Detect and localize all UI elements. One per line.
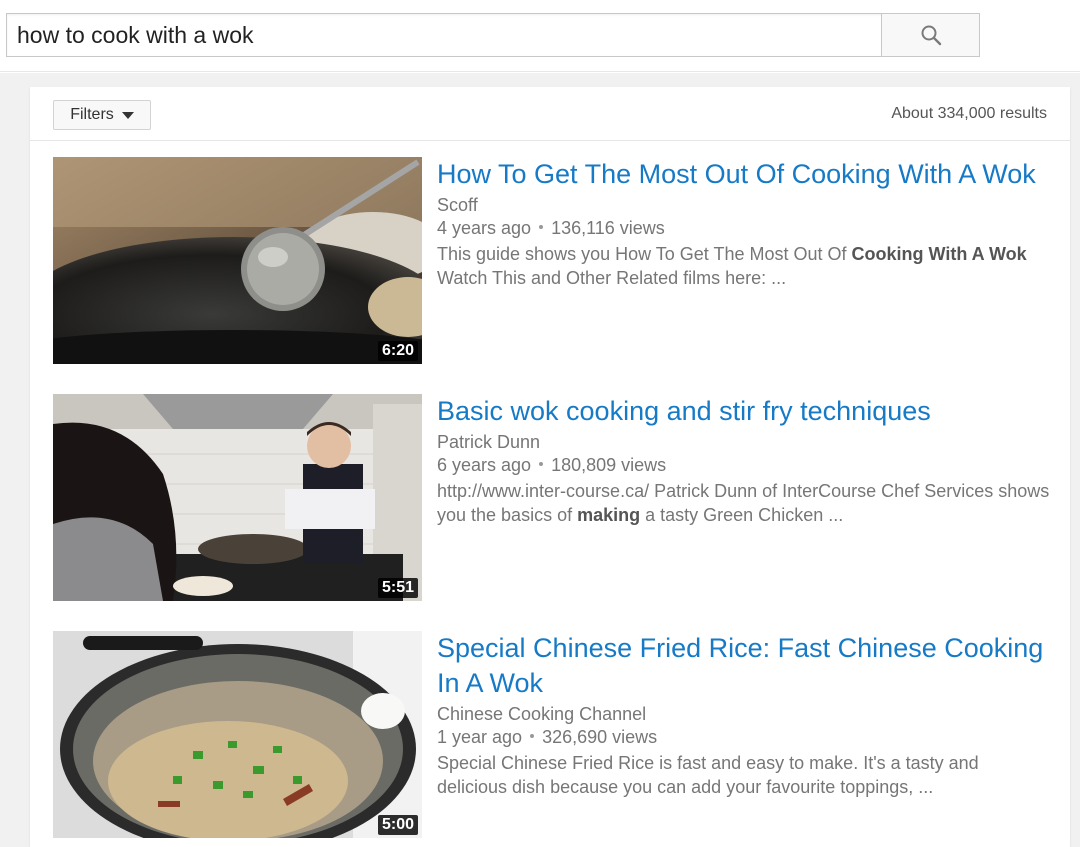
search-input[interactable] (7, 14, 882, 56)
caret-down-icon (121, 111, 134, 119)
description-text: Special Chinese Fried Rice is fast and e… (437, 753, 979, 797)
upload-age: 1 year ago (437, 727, 523, 747)
video-description: Special Chinese Fried Rice is fast and e… (437, 751, 1052, 799)
fried-rice-wok-image (53, 631, 422, 838)
results-area: Filters About 334,000 results 6:20 How T… (0, 73, 1080, 847)
video-duration: 6:20 (377, 341, 418, 361)
separator-dot-icon (530, 734, 535, 739)
results-panel: Filters About 334,000 results 6:20 How T… (30, 87, 1070, 847)
masthead (0, 0, 1080, 72)
video-info: Special Chinese Fried Rice: Fast Chinese… (437, 631, 1052, 799)
video-meta: 4 years ago 136,116 views (437, 217, 1052, 240)
separator-dot-icon (539, 225, 544, 230)
video-info: How To Get The Most Out Of Cooking With … (437, 157, 1052, 290)
video-meta: 1 year ago 326,690 views (437, 726, 1052, 749)
video-title-link[interactable]: Basic wok cooking and stir fry technique… (437, 394, 1052, 429)
filter-bar: Filters About 334,000 results (30, 87, 1070, 141)
channel-link[interactable]: Patrick Dunn (437, 430, 1052, 454)
search-field[interactable] (6, 13, 882, 57)
video-meta: 6 years ago 180,809 views (437, 454, 1052, 477)
video-thumbnail[interactable]: 5:51 (53, 394, 422, 601)
filters-button[interactable]: Filters (53, 100, 151, 130)
video-title-link[interactable]: Special Chinese Fried Rice: Fast Chinese… (437, 631, 1052, 701)
view-count: 180,809 views (551, 455, 667, 475)
video-info: Basic wok cooking and stir fry technique… (437, 394, 1052, 527)
video-duration: 5:00 (377, 815, 418, 835)
kitchen-chef-image (53, 394, 422, 601)
video-description: http://www.inter-course.ca/ Patrick Dunn… (437, 479, 1052, 527)
description-text: Watch This and Other Related films here:… (437, 268, 787, 288)
upload-age: 4 years ago (437, 218, 532, 238)
description-text: This guide shows you How To Get The Most… (437, 244, 852, 264)
search-button[interactable] (881, 13, 980, 57)
upload-age: 6 years ago (437, 455, 532, 475)
wok-ladle-image (53, 157, 422, 364)
video-duration: 5:51 (377, 578, 418, 598)
description-highlight: making (577, 505, 641, 525)
view-count: 326,690 views (542, 727, 658, 747)
search-icon (921, 25, 941, 46)
video-title-link[interactable]: How To Get The Most Out Of Cooking With … (437, 157, 1052, 192)
filters-label: Filters (70, 106, 114, 123)
video-thumbnail[interactable]: 5:00 (53, 631, 422, 838)
description-text: a tasty Green Chicken ... (640, 505, 844, 525)
description-highlight: Cooking With A Wok (851, 244, 1027, 264)
result-count: About 334,000 results (891, 105, 1047, 122)
video-description: This guide shows you How To Get The Most… (437, 242, 1052, 290)
channel-link[interactable]: Scoff (437, 193, 1052, 217)
channel-link[interactable]: Chinese Cooking Channel (437, 702, 1052, 726)
separator-dot-icon (539, 462, 544, 467)
video-thumbnail[interactable]: 6:20 (53, 157, 422, 364)
view-count: 136,116 views (551, 218, 665, 238)
